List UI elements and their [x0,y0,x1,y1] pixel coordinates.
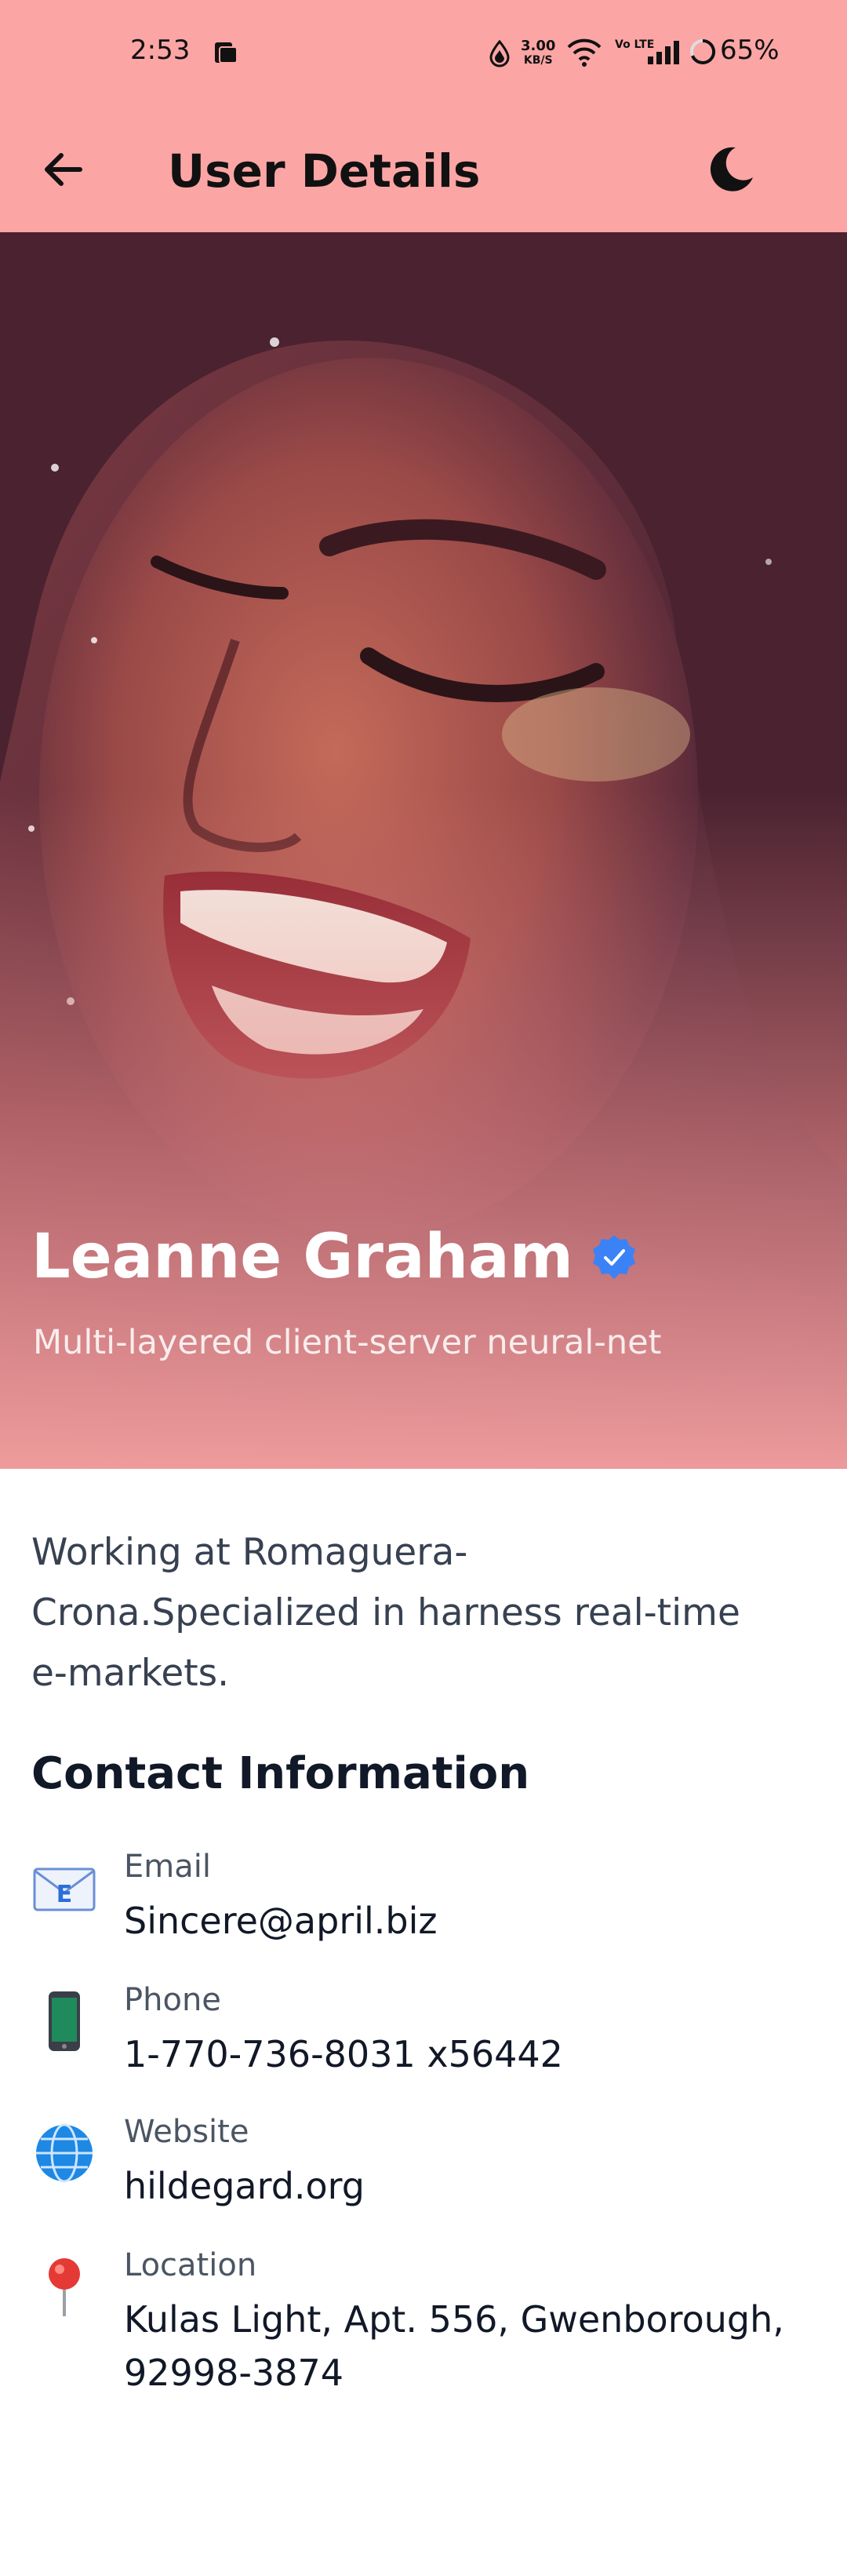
wifi-icon [566,38,602,71]
profile-hero: Leanne Graham Multi-layered client-serve… [0,232,847,1469]
back-button[interactable] [31,137,97,202]
data-saver-icon [488,39,511,71]
contact-section-title: Contact Information [31,1748,530,1799]
signal-icon [646,39,682,69]
status-bar: 2:53 3.00 KB/S Vo LTE 65% [0,0,847,108]
contact-value: hildegard.org [124,2165,365,2207]
contact-item-email[interactable]: E Email Sincere@april.biz [31,1849,816,1951]
contact-item-location[interactable]: Location Kulas Light, Apt. 556, Gwenboro… [31,2247,816,2404]
contact-label: Website [124,2114,249,2150]
moon-icon [710,147,753,191]
page-title: User Details [168,144,481,198]
contact-item-phone[interactable]: Phone 1-770-736-8031 x56442 [31,1982,816,2084]
name-row: Leanne Graham [31,1218,638,1296]
contact-value: 1-770-736-8031 x56442 [124,2033,563,2075]
battery-level: 65% [720,35,780,66]
battery-icon [689,38,717,69]
status-time: 2:53 [130,35,191,66]
notification-icon [212,39,240,71]
contact-value: Kulas Light, Apt. 556, Gwenborough, 9299… [124,2298,784,2394]
user-tagline: Multi-layered client-server neural-net [33,1323,662,1362]
theme-toggle-button[interactable] [698,137,764,202]
mobile-phone-icon [49,1991,80,2051]
about-text: Working at Romaguera-Crona.Specialized i… [31,1531,740,1695]
email-envelope-icon: E [33,1867,96,1911]
arrow-left-icon [45,153,82,186]
location-pin-icon [49,2258,80,2316]
contact-label: Email [124,1849,211,1885]
verified-check-icon [592,1235,635,1279]
user-details-screen: 2:53 3.00 KB/S Vo LTE 65% User Details L… [0,0,847,2576]
contact-label: Location [124,2247,257,2283]
contact-value: Sincere@april.biz [124,1900,438,1942]
contact-label: Phone [124,1982,221,2018]
globe-icon [36,2123,93,2183]
svg-text:E: E [56,1881,73,1908]
network-speed: 3.00 KB/S [521,38,556,67]
user-name: Leanne Graham [31,1222,573,1292]
contact-item-website[interactable]: Website hildegard.org [31,2114,816,2216]
app-bar: User Details [0,108,847,232]
